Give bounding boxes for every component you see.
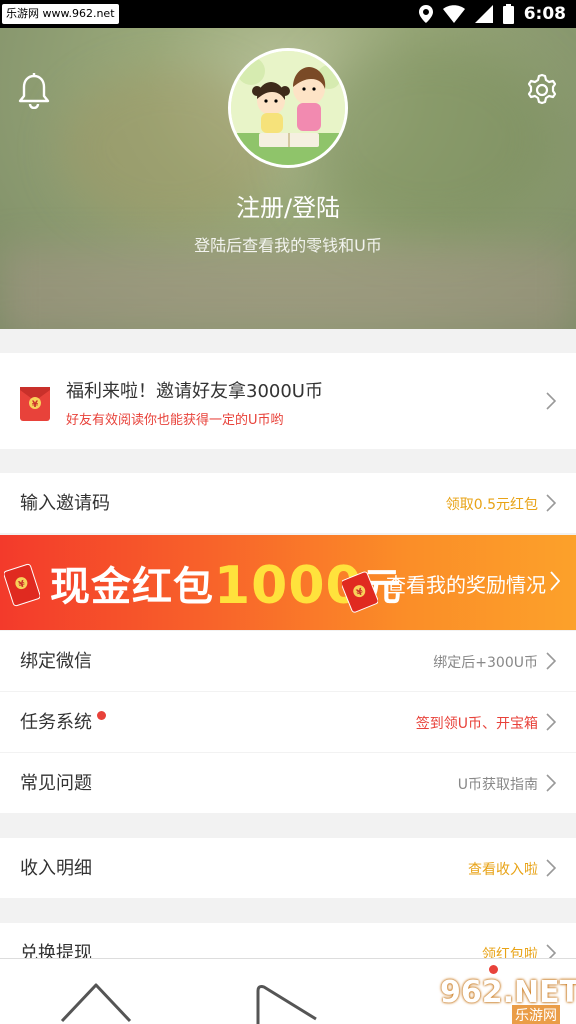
- menu-row-bind-wechat[interactable]: 绑定微信 绑定后+300U币: [0, 631, 576, 691]
- status-time: 6:08: [523, 4, 566, 24]
- signal-icon: [474, 5, 493, 23]
- chevron-right-icon: [550, 571, 560, 591]
- chevron-right-icon: [546, 713, 556, 731]
- bell-icon[interactable]: [18, 73, 50, 109]
- banner-amount: 1000: [214, 556, 363, 616]
- income-details-row[interactable]: 收入明细 查看收入啦: [0, 838, 576, 898]
- menu-row-value: 绑定后+300U币: [433, 655, 538, 671]
- login-hint: 登陆后查看我的零钱和U币: [194, 236, 382, 255]
- watermark-badge: 乐游网 www.962.net: [2, 4, 119, 24]
- banner-reward-link[interactable]: 查看我的奖励情况: [386, 569, 546, 598]
- profile-header: 注册/登陆 登陆后查看我的零钱和U币: [0, 28, 576, 329]
- banner-left-text: 现金红包: [50, 564, 214, 610]
- red-envelope-icon: ¥: [4, 563, 40, 607]
- chevron-right-icon: [546, 859, 556, 877]
- menu-row-label: 绑定微信: [20, 651, 92, 672]
- chevron-right-icon: [546, 392, 556, 410]
- home-icon[interactable]: [58, 981, 134, 1024]
- bottom-nav: 962.NET 乐游网: [0, 958, 576, 1024]
- chevron-right-icon: [546, 652, 556, 670]
- invite-code-label: 输入邀请码: [20, 493, 110, 514]
- income-label: 收入明细: [20, 858, 92, 879]
- invite-title: 福利来啦！邀请好友拿3000U币: [66, 381, 323, 402]
- menu-row-label: 任务系统: [20, 712, 92, 733]
- battery-icon: [502, 4, 514, 24]
- menu-row-faq[interactable]: 常见问题 U币获取指南: [0, 753, 576, 813]
- menu-row-value: 签到领U币、开宝箱: [415, 716, 538, 732]
- invite-friends-card[interactable]: ¥ 福利来啦！邀请好友拿3000U币 好友有效阅读你也能获得一定的U币哟: [0, 353, 576, 449]
- status-icons: 6:08: [418, 0, 566, 28]
- invite-code-value: 领取0.5元红包: [445, 497, 538, 513]
- login-register-link[interactable]: 注册/登陆: [0, 188, 576, 223]
- cash-reward-banner[interactable]: ¥ 现金红包1000元 ¥ 查看我的奖励情况: [0, 535, 576, 630]
- notification-dot: [97, 711, 106, 720]
- avatar[interactable]: [228, 48, 348, 168]
- chevron-right-icon: [546, 494, 556, 512]
- red-envelope-icon: ¥: [20, 387, 50, 421]
- avatar-illustration: [231, 51, 345, 165]
- invite-code-row[interactable]: 输入邀请码 领取0.5元红包: [0, 473, 576, 533]
- watermark-logo: 962.NET 乐游网: [440, 965, 576, 1024]
- gear-icon[interactable]: [526, 73, 558, 107]
- invite-subtitle: 好友有效阅读你也能获得一定的U币哟: [66, 413, 284, 428]
- menu-row-value: U币获取指南: [457, 777, 538, 793]
- svg-text:¥: ¥: [32, 400, 39, 410]
- chevron-right-icon: [546, 774, 556, 792]
- status-bar: 乐游网 www.962.net 6:08: [0, 0, 576, 28]
- notification-dot: [489, 965, 498, 974]
- menu-row-task-system[interactable]: 任务系统 签到领U币、开宝箱: [0, 692, 576, 752]
- logo-sub-text: 乐游网: [512, 1005, 560, 1024]
- income-value: 查看收入啦: [468, 862, 538, 878]
- play-icon[interactable]: [252, 983, 322, 1024]
- menu-row-label: 常见问题: [20, 773, 92, 794]
- wifi-icon: [442, 5, 465, 23]
- location-icon: [418, 5, 433, 23]
- red-envelope-icon: ¥: [342, 571, 378, 613]
